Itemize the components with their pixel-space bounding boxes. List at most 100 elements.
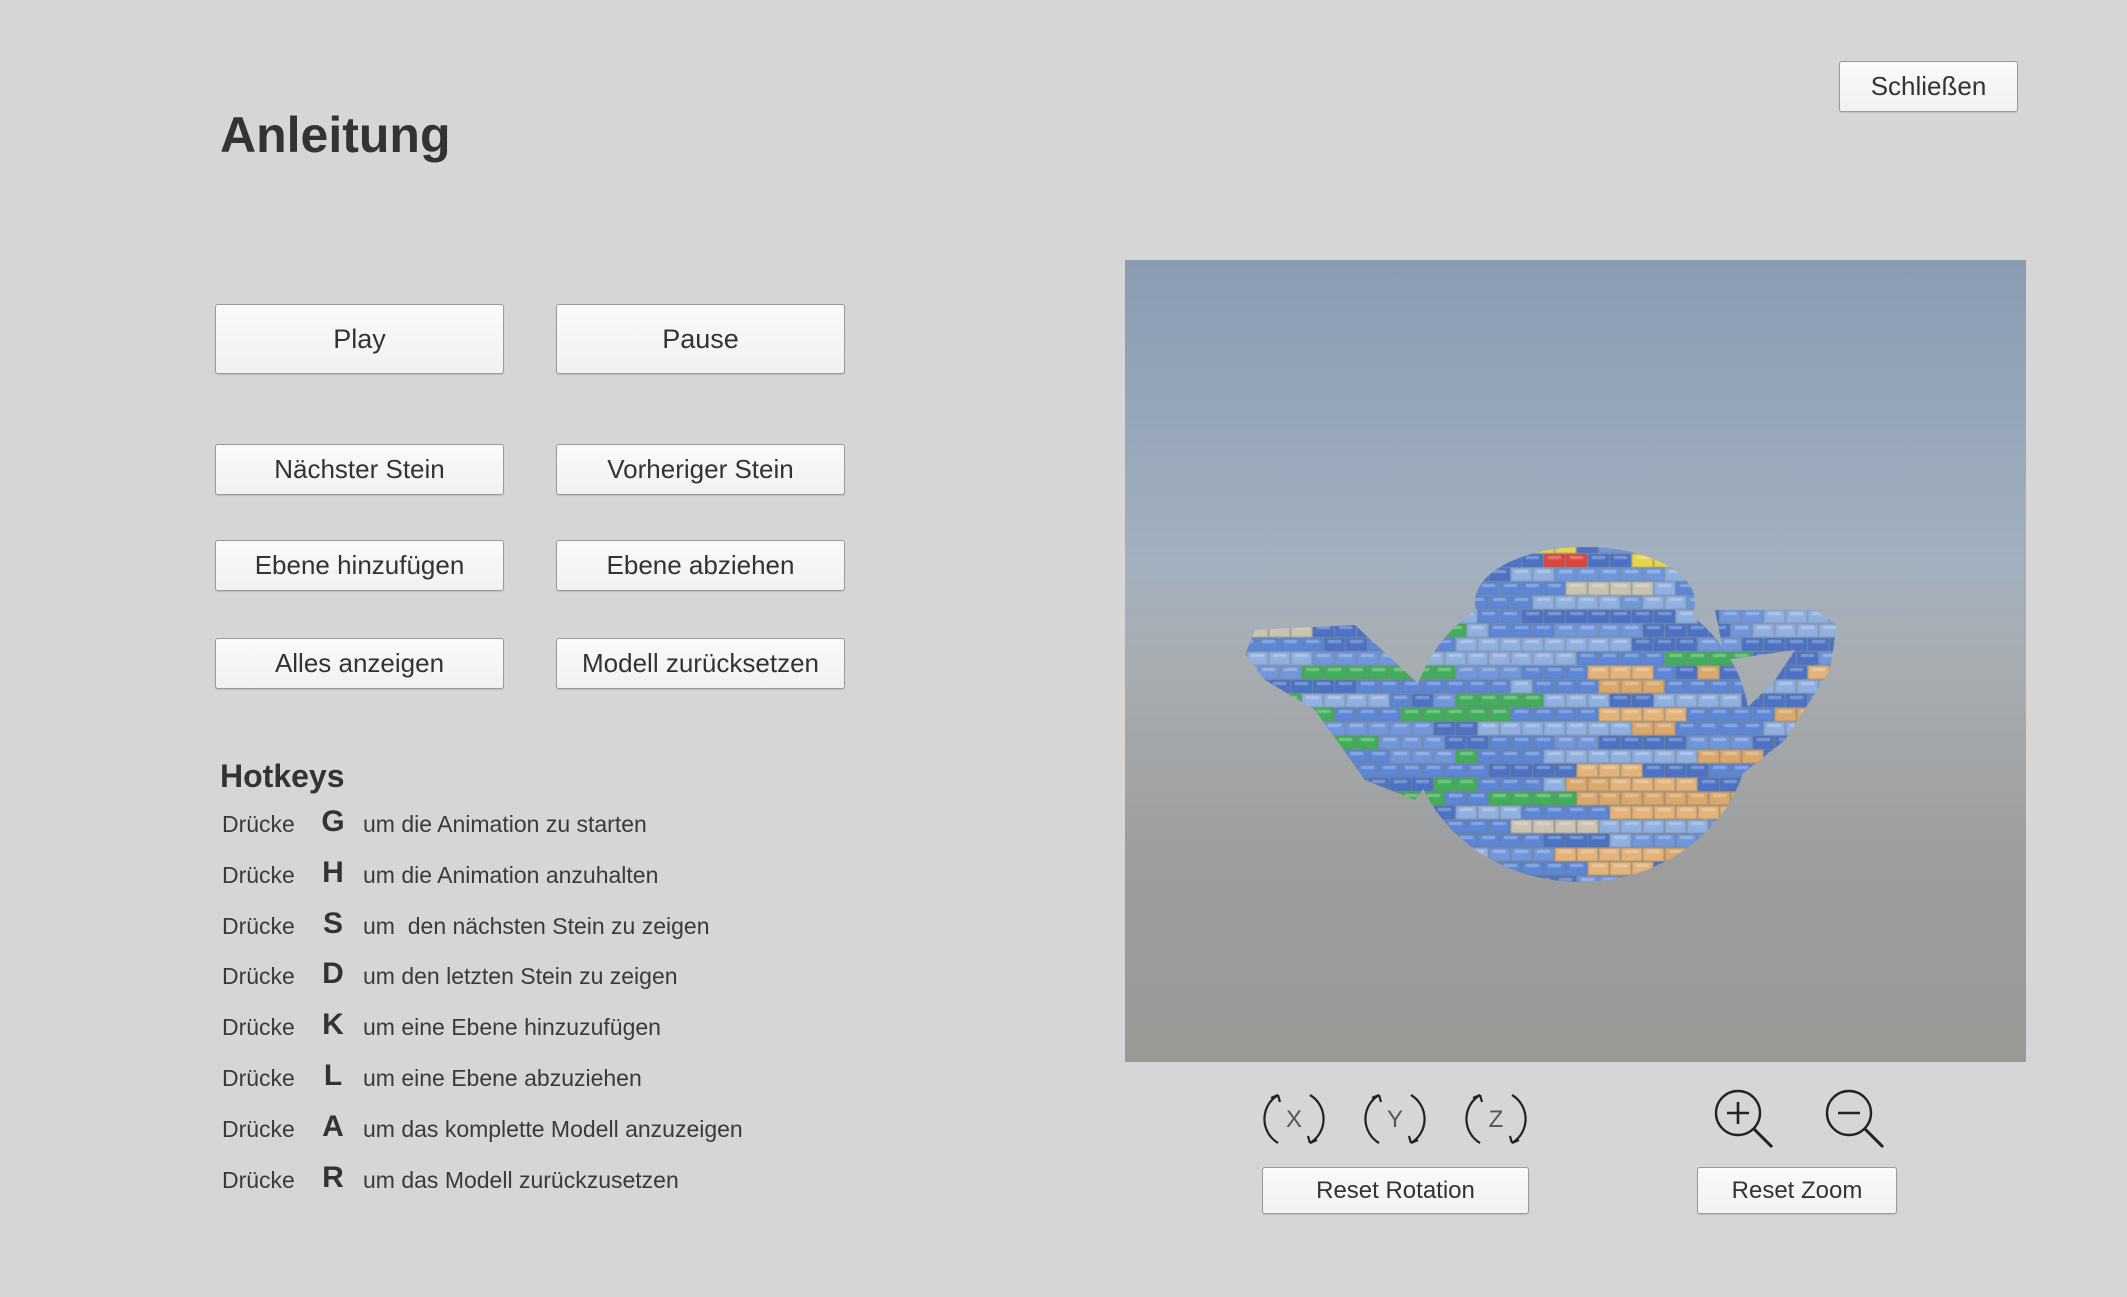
brick [1400,623,1423,638]
prev-brick-button[interactable]: Vorheriger Stein [556,444,845,495]
next-brick-button[interactable]: Nächster Stein [215,444,504,495]
brick-stud [1537,570,1550,573]
brick-stud [1427,794,1440,797]
brick [1433,637,1456,652]
brick-stud [1262,668,1275,671]
brick [1245,581,1258,596]
brick [1587,721,1610,736]
brick [1268,567,1291,582]
brick-stud [1548,584,1561,587]
brick-stud [1482,584,1495,587]
brick-stud [1383,822,1396,825]
brick-stud [1460,640,1473,643]
brick-stud [1867,598,1880,601]
brick-stud [1812,752,1825,755]
brick [1587,665,1610,680]
brick-stud [1559,850,1572,853]
brick [1411,749,1434,764]
brick-stud [1328,668,1341,671]
brick-stud [1350,752,1363,755]
brick [1774,735,1797,750]
reset-rotation-button[interactable]: Reset Rotation [1262,1167,1529,1214]
brick [1852,582,1873,595]
rotate-z-icon[interactable]: Z [1460,1083,1532,1155]
brick-stud [1713,570,1726,573]
brick-stud [1768,584,1781,587]
brick-stud [1691,682,1704,685]
close-button[interactable]: Schließen [1839,61,2018,112]
brick [1587,749,1610,764]
brick [1389,721,1412,736]
brick-stud [1372,892,1385,895]
brick [1763,637,1786,652]
brick-stud [1801,570,1814,573]
brick-stud [1471,542,1484,545]
brick-stud [1856,752,1869,755]
show-all-button[interactable]: Alles anzeigen [215,638,504,689]
brick [1675,637,1698,652]
brick [1554,567,1577,582]
brick [1521,805,1544,820]
brick-stud [1262,696,1275,699]
brick [1422,547,1445,554]
brick [1730,819,1753,834]
brick [1268,791,1291,806]
brick [1488,763,1511,778]
brick-stud [1658,612,1671,615]
brick [1378,763,1401,778]
model-viewport[interactable] [1125,260,2026,1062]
brick [1719,665,1742,680]
brick-stud [1295,682,1308,685]
brick-stud [1735,850,1748,853]
brick [1290,819,1313,834]
brick [1257,833,1280,848]
brick [1841,540,1862,553]
brick [1345,861,1368,876]
brick [1532,651,1555,666]
brick-stud [1614,836,1627,839]
brick-stud [1548,780,1561,783]
brick [1631,721,1654,736]
brick-stud [1625,766,1638,769]
zoom-out-icon[interactable] [1819,1083,1889,1153]
reset-zoom-button[interactable]: Reset Zoom [1697,1167,1897,1214]
brick-stud [1570,808,1583,811]
brick [1345,665,1368,680]
brick-stud [1515,570,1528,573]
pause-button[interactable]: Pause [556,304,845,374]
brick [1268,595,1291,610]
zoom-in-icon[interactable] [1708,1083,1778,1153]
brick [1841,680,1862,693]
brick [1708,819,1731,834]
brick-stud [1691,570,1704,573]
brick-stud [1460,808,1473,811]
reset-model-button[interactable]: Modell zurücksetzen [556,638,845,689]
rotate-x-icon[interactable]: X [1258,1083,1330,1155]
remove-layer-button[interactable]: Ebene abziehen [556,540,845,591]
brick-stud [1691,822,1704,825]
brick-stud [1658,892,1671,895]
brick [1510,735,1533,750]
brick [1455,833,1478,848]
brick [1543,553,1566,568]
brick [1807,637,1830,652]
rotate-y-icon[interactable]: Y [1359,1083,1431,1155]
brick-stud [1713,598,1726,601]
brick [1675,749,1698,764]
brick-stud [1460,696,1473,699]
brick [1576,735,1599,750]
brick [1631,693,1654,708]
brick [1796,763,1819,778]
brick [1488,547,1511,554]
brick [1367,833,1390,848]
brick [1378,735,1401,750]
brick-stud [1581,794,1594,797]
add-layer-button[interactable]: Ebene hinzufügen [215,540,504,591]
brick [1367,693,1390,708]
brick [1521,833,1544,848]
brick-stud [1493,822,1506,825]
brick-stud [1383,654,1396,657]
brick-stud [1823,850,1836,853]
brick [1367,777,1390,792]
play-button[interactable]: Play [215,304,504,374]
